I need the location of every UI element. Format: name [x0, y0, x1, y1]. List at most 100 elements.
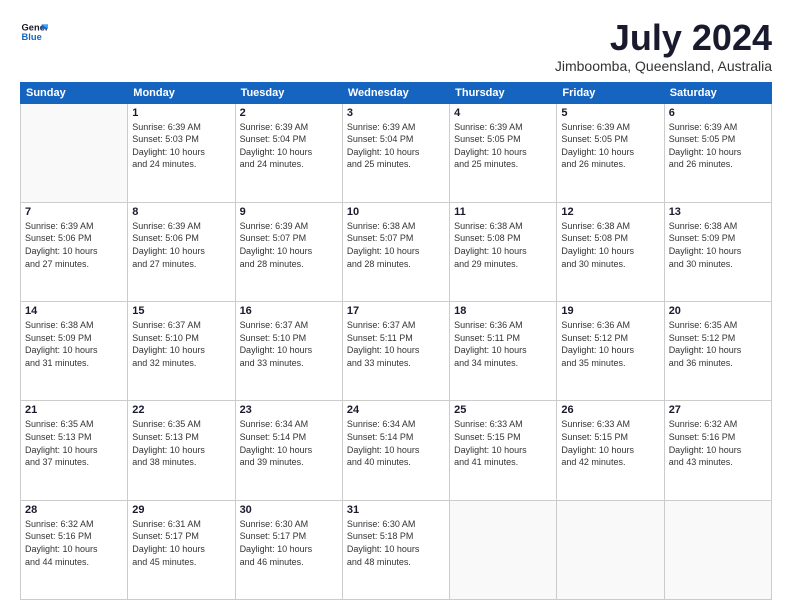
day-number: 10	[347, 206, 445, 218]
logo-icon: General Blue	[20, 18, 48, 46]
day-number: 20	[669, 305, 767, 317]
day-info: Sunrise: 6:38 AM Sunset: 5:08 PM Dayligh…	[561, 220, 659, 270]
day-info: Sunrise: 6:31 AM Sunset: 5:17 PM Dayligh…	[132, 518, 230, 568]
day-info: Sunrise: 6:33 AM Sunset: 5:15 PM Dayligh…	[454, 418, 552, 468]
col-sunday: Sunday	[21, 82, 128, 103]
calendar-table: Sunday Monday Tuesday Wednesday Thursday…	[20, 82, 772, 600]
calendar-cell: 7Sunrise: 6:39 AM Sunset: 5:06 PM Daylig…	[21, 202, 128, 301]
calendar-cell: 14Sunrise: 6:38 AM Sunset: 5:09 PM Dayli…	[21, 302, 128, 401]
calendar-cell	[664, 500, 771, 599]
calendar-cell: 21 Sunrise: 6:35 AM Sunset: 5:13 PM Dayli…	[21, 401, 128, 500]
title-section: July 2024 Jimboomba, Queensland, Austral…	[555, 18, 772, 74]
day-info: Sunrise: 6:39 AM Sunset: 5:03 PM Dayligh…	[132, 121, 230, 171]
col-thursday: Thursday	[450, 82, 557, 103]
day-info: Sunrise: 6:38 AM Sunset: 5:08 PM Dayligh…	[454, 220, 552, 270]
day-number: 22	[132, 404, 230, 416]
day-info: Sunrise: 6:32 AM Sunset: 5:16 PM Dayligh…	[25, 518, 123, 568]
calendar-week-row: 7Sunrise: 6:39 AM Sunset: 5:06 PM Daylig…	[21, 202, 772, 301]
day-number: 24	[347, 404, 445, 416]
calendar-cell: 20Sunrise: 6:35 AM Sunset: 5:12 PM Dayli…	[664, 302, 771, 401]
calendar-week-row: 21 Sunrise: 6:35 AM Sunset: 5:13 PM Dayli…	[21, 401, 772, 500]
day-number: 1	[132, 107, 230, 119]
calendar-cell: 19Sunrise: 6:36 AM Sunset: 5:12 PM Dayli…	[557, 302, 664, 401]
day-number: 27	[669, 404, 767, 416]
day-number: 9	[240, 206, 338, 218]
page: General Blue July 2024 Jimboomba, Queens…	[0, 0, 792, 612]
day-number: 4	[454, 107, 552, 119]
day-number: 6	[669, 107, 767, 119]
svg-text:Blue: Blue	[22, 32, 42, 42]
calendar-cell: 12 Sunrise: 6:38 AM Sunset: 5:08 PM Dayli…	[557, 202, 664, 301]
calendar-cell: 18 Sunrise: 6:36 AM Sunset: 5:11 PM Dayli…	[450, 302, 557, 401]
calendar-cell	[21, 103, 128, 202]
calendar-cell: 13Sunrise: 6:38 AM Sunset: 5:09 PM Dayli…	[664, 202, 771, 301]
day-number: 12	[561, 206, 659, 218]
calendar-cell: 10 Sunrise: 6:38 AM Sunset: 5:07 PM Dayli…	[342, 202, 449, 301]
day-info: Sunrise: 6:37 AM Sunset: 5:10 PM Dayligh…	[240, 319, 338, 369]
calendar-cell: 11Sunrise: 6:38 AM Sunset: 5:08 PM Dayli…	[450, 202, 557, 301]
calendar-header-row: Sunday Monday Tuesday Wednesday Thursday…	[21, 82, 772, 103]
calendar-cell: 9 Sunrise: 6:39 AM Sunset: 5:07 PM Daylig…	[235, 202, 342, 301]
day-info: Sunrise: 6:34 AM Sunset: 5:14 PM Dayligh…	[347, 418, 445, 468]
calendar-week-row: 1 Sunrise: 6:39 AM Sunset: 5:03 PM Daylig…	[21, 103, 772, 202]
logo: General Blue	[20, 18, 48, 46]
calendar-cell	[557, 500, 664, 599]
day-info: Sunrise: 6:39 AM Sunset: 5:04 PM Dayligh…	[240, 121, 338, 171]
day-number: 19	[561, 305, 659, 317]
col-tuesday: Tuesday	[235, 82, 342, 103]
calendar-cell: 25 Sunrise: 6:33 AM Sunset: 5:15 PM Dayli…	[450, 401, 557, 500]
header: General Blue July 2024 Jimboomba, Queens…	[20, 18, 772, 74]
calendar-cell: 6 Sunrise: 6:39 AM Sunset: 5:05 PM Daylig…	[664, 103, 771, 202]
calendar-cell: 26Sunrise: 6:33 AM Sunset: 5:15 PM Dayli…	[557, 401, 664, 500]
day-info: Sunrise: 6:35 AM Sunset: 5:13 PM Dayligh…	[132, 418, 230, 468]
calendar-cell: 2 Sunrise: 6:39 AM Sunset: 5:04 PM Daylig…	[235, 103, 342, 202]
day-info: Sunrise: 6:39 AM Sunset: 5:07 PM Dayligh…	[240, 220, 338, 270]
day-info: Sunrise: 6:30 AM Sunset: 5:18 PM Dayligh…	[347, 518, 445, 568]
calendar-cell: 24 Sunrise: 6:34 AM Sunset: 5:14 PM Dayli…	[342, 401, 449, 500]
calendar-cell: 16 Sunrise: 6:37 AM Sunset: 5:10 PM Dayli…	[235, 302, 342, 401]
calendar-cell: 23Sunrise: 6:34 AM Sunset: 5:14 PM Dayli…	[235, 401, 342, 500]
day-number: 2	[240, 107, 338, 119]
calendar-cell: 8 Sunrise: 6:39 AM Sunset: 5:06 PM Daylig…	[128, 202, 235, 301]
day-number: 16	[240, 305, 338, 317]
day-info: Sunrise: 6:39 AM Sunset: 5:04 PM Dayligh…	[347, 121, 445, 171]
calendar-cell: 1 Sunrise: 6:39 AM Sunset: 5:03 PM Daylig…	[128, 103, 235, 202]
day-number: 3	[347, 107, 445, 119]
day-info: Sunrise: 6:32 AM Sunset: 5:16 PM Dayligh…	[669, 418, 767, 468]
day-info: Sunrise: 6:39 AM Sunset: 5:05 PM Dayligh…	[669, 121, 767, 171]
day-info: Sunrise: 6:39 AM Sunset: 5:05 PM Dayligh…	[454, 121, 552, 171]
day-info: Sunrise: 6:33 AM Sunset: 5:15 PM Dayligh…	[561, 418, 659, 468]
day-info: Sunrise: 6:37 AM Sunset: 5:10 PM Dayligh…	[132, 319, 230, 369]
calendar-cell: 28 Sunrise: 6:32 AM Sunset: 5:16 PM Dayli…	[21, 500, 128, 599]
calendar-cell	[450, 500, 557, 599]
day-number: 14	[25, 305, 123, 317]
day-info: Sunrise: 6:38 AM Sunset: 5:09 PM Dayligh…	[669, 220, 767, 270]
day-info: Sunrise: 6:39 AM Sunset: 5:06 PM Dayligh…	[132, 220, 230, 270]
day-info: Sunrise: 6:38 AM Sunset: 5:07 PM Dayligh…	[347, 220, 445, 270]
calendar-cell: 5 Sunrise: 6:39 AM Sunset: 5:05 PM Daylig…	[557, 103, 664, 202]
day-number: 17	[347, 305, 445, 317]
calendar-cell: 3 Sunrise: 6:39 AM Sunset: 5:04 PM Daylig…	[342, 103, 449, 202]
day-info: Sunrise: 6:35 AM Sunset: 5:13 PM Dayligh…	[25, 418, 123, 468]
day-number: 23	[240, 404, 338, 416]
day-number: 8	[132, 206, 230, 218]
calendar-cell: 31 Sunrise: 6:30 AM Sunset: 5:18 PM Dayli…	[342, 500, 449, 599]
day-number: 28	[25, 504, 123, 516]
location-subtitle: Jimboomba, Queensland, Australia	[555, 58, 772, 74]
calendar-cell: 15 Sunrise: 6:37 AM Sunset: 5:10 PM Dayli…	[128, 302, 235, 401]
calendar-cell: 29 Sunrise: 6:31 AM Sunset: 5:17 PM Dayli…	[128, 500, 235, 599]
day-number: 18	[454, 305, 552, 317]
day-info: Sunrise: 6:39 AM Sunset: 5:05 PM Dayligh…	[561, 121, 659, 171]
calendar-week-row: 14Sunrise: 6:38 AM Sunset: 5:09 PM Dayli…	[21, 302, 772, 401]
day-number: 25	[454, 404, 552, 416]
day-number: 31	[347, 504, 445, 516]
day-number: 5	[561, 107, 659, 119]
day-number: 29	[132, 504, 230, 516]
day-info: Sunrise: 6:36 AM Sunset: 5:11 PM Dayligh…	[454, 319, 552, 369]
day-number: 30	[240, 504, 338, 516]
day-number: 21	[25, 404, 123, 416]
calendar-cell: 17Sunrise: 6:37 AM Sunset: 5:11 PM Dayli…	[342, 302, 449, 401]
calendar-cell: 27 Sunrise: 6:32 AM Sunset: 5:16 PM Dayli…	[664, 401, 771, 500]
calendar-cell: 4 Sunrise: 6:39 AM Sunset: 5:05 PM Daylig…	[450, 103, 557, 202]
day-number: 15	[132, 305, 230, 317]
